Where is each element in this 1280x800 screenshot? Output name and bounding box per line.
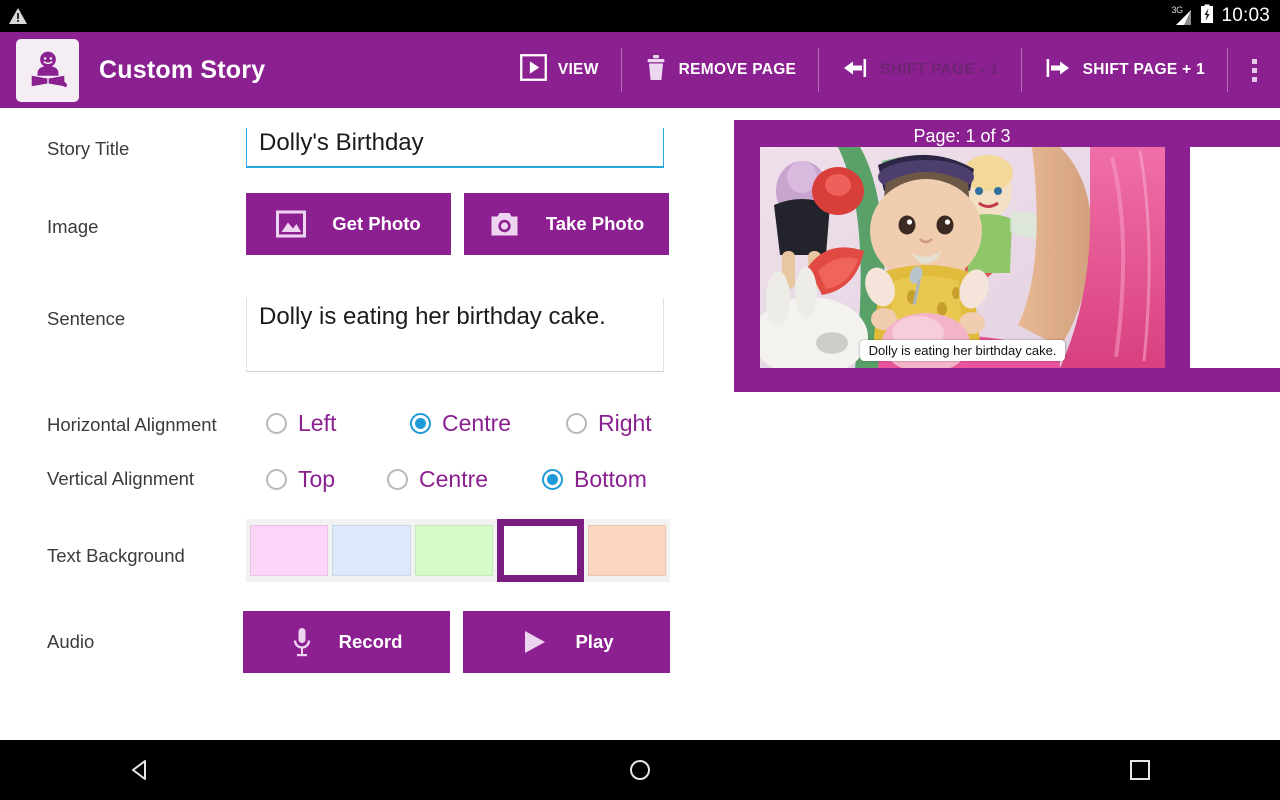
page-indicator: Page: 1 of 3 [913, 126, 1011, 146]
arrow-left-bar-icon [841, 55, 869, 86]
radio-halign-left[interactable]: Left [266, 410, 410, 437]
swatch-pink[interactable] [250, 525, 329, 576]
radio-halign-centre[interactable]: Centre [410, 410, 566, 437]
back-triangle-icon[interactable] [110, 740, 170, 800]
picture-icon [276, 210, 307, 238]
radio-circle-selected-icon [410, 413, 431, 434]
get-photo-label: Get Photo [332, 213, 421, 234]
swatch-green[interactable] [414, 525, 494, 576]
clock-label: 10:03 [1221, 5, 1270, 26]
sentence-label: Sentence [47, 308, 126, 329]
get-photo-button[interactable]: Get Photo [246, 193, 451, 255]
signal-bars-icon: 3G [1171, 5, 1193, 26]
swatch-white[interactable] [497, 519, 584, 582]
status-bar-right: 3G 10:03 [1171, 4, 1270, 29]
story-title-label: Story Title [47, 138, 130, 159]
status-bar: 3G 10:03 [0, 0, 1280, 32]
horizontal-alignment-radiogroup: Left Centre Right [266, 410, 652, 437]
radio-circle-icon [266, 413, 287, 434]
image-buttons: Get Photo Take Photo [246, 193, 669, 255]
play-boxed-icon [519, 54, 547, 86]
recents-square-icon[interactable] [1110, 740, 1170, 800]
swatch-blue[interactable] [332, 525, 411, 576]
record-button[interactable]: Record [243, 611, 450, 673]
page-thumbnail-1[interactable]: Dolly is eating her birthday cake. [760, 147, 1165, 368]
radio-valign-centre[interactable]: Centre [387, 466, 542, 493]
radio-circle-icon [566, 413, 587, 434]
app-root: 3G 10:03 Custom Story VIEW REMOVE PAGE S… [0, 0, 1280, 800]
more-vertical-icon[interactable] [1228, 32, 1280, 108]
radio-halign-right[interactable]: Right [566, 410, 652, 437]
image-label: Image [47, 216, 99, 237]
trash-icon [644, 54, 668, 87]
camera-icon [489, 211, 520, 238]
sentence-field-wrap [246, 298, 664, 377]
status-bar-left [8, 7, 28, 25]
radio-halign-right-label: Right [598, 410, 652, 436]
audio-buttons: Record Play [243, 611, 670, 673]
radio-valign-bottom-label: Bottom [574, 466, 647, 492]
audio-label: Audio [47, 631, 95, 652]
radio-halign-left-label: Left [298, 410, 337, 436]
play-button[interactable]: Play [463, 611, 670, 673]
app-title: Custom Story [99, 55, 266, 84]
vertical-alignment-label: Vertical Alignment [47, 468, 195, 489]
story-title-field-wrap [246, 128, 664, 168]
app-logo[interactable] [16, 38, 79, 102]
microphone-icon [291, 627, 313, 657]
swatch-peach[interactable] [587, 525, 667, 576]
vertical-alignment-radiogroup: Top Centre Bottom [266, 466, 647, 493]
radio-valign-top[interactable]: Top [266, 466, 387, 493]
radio-circle-selected-icon [542, 469, 563, 490]
view-button-label: VIEW [557, 61, 599, 78]
radio-valign-centre-label: Centre [419, 466, 489, 492]
radio-halign-centre-label: Centre [442, 410, 512, 436]
warning-triangle-icon [8, 7, 28, 25]
shift-page-minus-label: SHIFT PAGE - 1 [880, 61, 999, 78]
story-title-input[interactable] [246, 128, 664, 168]
doll-photo [760, 147, 1165, 368]
battery-charging-icon [1200, 4, 1214, 29]
record-label: Record [338, 631, 403, 652]
app-bar-actions: VIEW REMOVE PAGE SHIFT PAGE - 1 SHIFT PA… [498, 32, 1280, 108]
remove-page-label: REMOVE PAGE [678, 61, 797, 78]
home-circle-icon[interactable] [610, 740, 670, 800]
sentence-input[interactable] [246, 298, 664, 372]
play-triangle-icon [519, 627, 549, 657]
play-label: Play [575, 631, 614, 652]
radio-valign-bottom[interactable]: Bottom [542, 466, 647, 493]
shift-page-plus-label: SHIFT PAGE + 1 [1082, 61, 1205, 78]
remove-page-button[interactable]: REMOVE PAGE [622, 32, 819, 108]
text-background-label: Text Background [47, 545, 185, 566]
view-button[interactable]: VIEW [498, 32, 621, 108]
radio-circle-icon [266, 469, 287, 490]
arrow-right-bar-icon [1044, 55, 1072, 86]
radio-valign-top-label: Top [298, 466, 336, 492]
horizontal-alignment-label: Horizontal Alignment [47, 414, 217, 435]
girl-reading-book-icon [31, 51, 67, 88]
shift-page-minus-button[interactable]: SHIFT PAGE - 1 [819, 32, 1020, 108]
shift-page-plus-button[interactable]: SHIFT PAGE + 1 [1022, 32, 1227, 108]
android-nav-bar [0, 740, 1280, 800]
preview-caption: Dolly is eating her birthday cake. [859, 340, 1066, 361]
radio-circle-icon [387, 469, 408, 490]
app-bar: Custom Story VIEW REMOVE PAGE SHIFT PAGE… [0, 32, 1280, 108]
take-photo-label: Take Photo [545, 213, 645, 234]
page-thumbnail-2[interactable] [1190, 147, 1280, 368]
text-background-swatches [246, 519, 670, 582]
take-photo-button[interactable]: Take Photo [464, 193, 669, 255]
story-page-form: Story Title Image Get Photo [0, 108, 700, 740]
